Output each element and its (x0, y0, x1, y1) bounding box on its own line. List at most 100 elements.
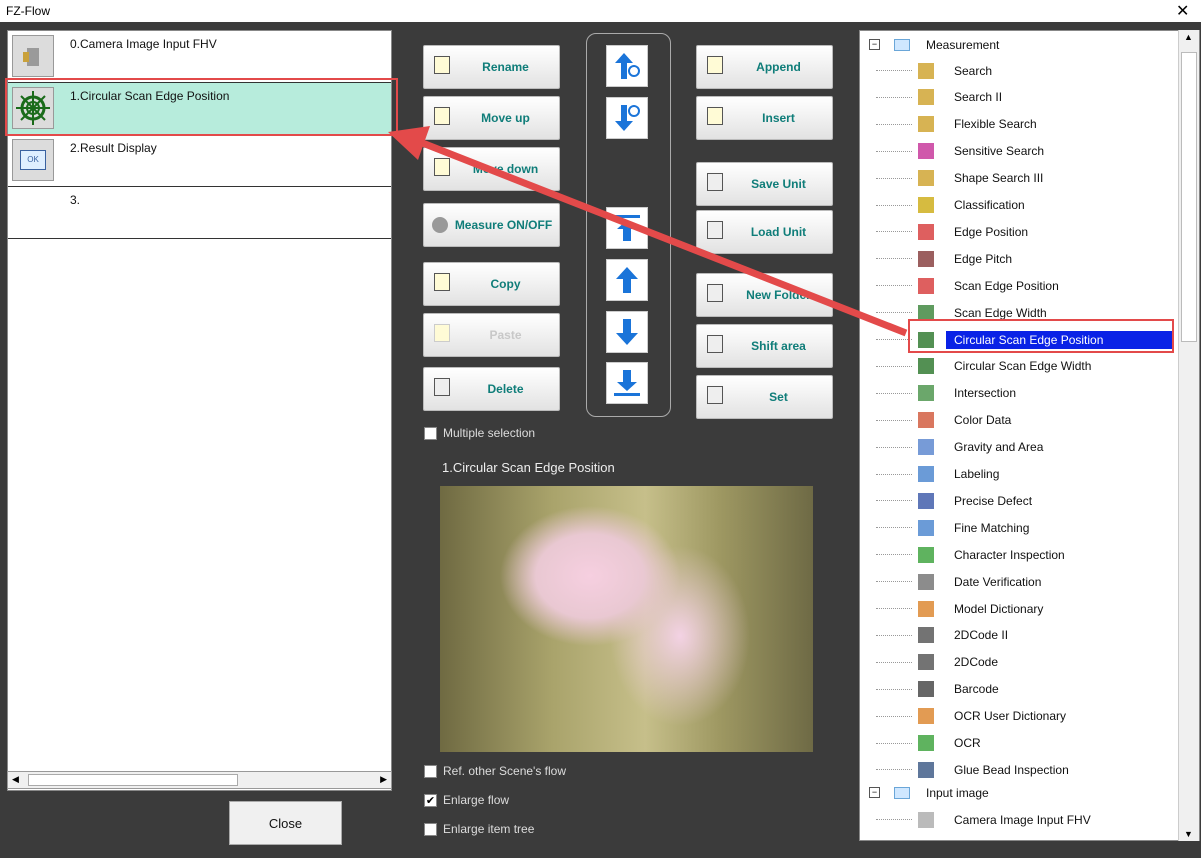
tree-item-model-dictionary[interactable]: Model Dictionary (860, 595, 1180, 622)
enlarge-flow-checkbox[interactable]: ✔ Enlarge flow (424, 793, 509, 807)
2dcode-icon (918, 654, 934, 671)
checkbox-box[interactable] (424, 764, 437, 778)
flow-list: 0.Camera Image Input FHV 1.Circular Scan… (7, 30, 392, 791)
scroll-down-icon[interactable]: ▼ (1184, 829, 1193, 839)
new-folder-button[interactable]: New Folder (696, 273, 833, 317)
flow-item-empty[interactable]: 3. (8, 187, 391, 239)
edge-position-icon (918, 223, 934, 240)
tree-item-flexible-search[interactable]: Flexible Search (860, 111, 1180, 138)
tree-item-label: Flexible Search (954, 117, 1037, 132)
tree-item-2dcode[interactable]: 2DCode (860, 649, 1180, 676)
tree-item-label: 2DCode (954, 655, 999, 670)
tree-folder-measurement[interactable]: − Measurement (860, 31, 1180, 58)
tree-item-edge-pitch[interactable]: Edge Pitch (860, 245, 1180, 272)
tree-item-2dcode-ii[interactable]: 2DCode II (860, 622, 1180, 649)
flow-item-camera[interactable]: 0.Camera Image Input FHV (8, 31, 391, 83)
tree-item-shape-search-iii[interactable]: Shape Search III (860, 165, 1180, 192)
highlight-tree-item (908, 319, 1174, 353)
scroll-left-icon[interactable]: ◀ (12, 774, 19, 785)
insert-button[interactable]: Insert (696, 96, 833, 140)
move-bottom-button[interactable] (606, 362, 648, 404)
move-up-button[interactable]: Move up (423, 96, 560, 140)
ok-display-icon: OK (12, 139, 54, 181)
tree-item-camera-input[interactable]: Camera Image Input FHV (860, 806, 1180, 833)
checkbox-box[interactable] (424, 426, 437, 440)
search-up-button[interactable] (606, 45, 648, 87)
tree-item-precise-defect[interactable]: Precise Defect (860, 487, 1180, 514)
window-close-icon[interactable]: ✕ (1176, 1, 1189, 21)
tree-item-scan-edge-position[interactable]: Scan Edge Position (860, 272, 1180, 299)
tree-item-label: Search II (954, 90, 1003, 105)
tree-item-label: OCR User Dictionary (954, 709, 1067, 724)
tree-item-classification[interactable]: Classification (860, 192, 1180, 219)
close-button[interactable]: Close (229, 801, 342, 845)
delete-button[interactable]: Delete (423, 367, 560, 411)
tree-item-label: 2DCode II (954, 628, 1009, 643)
search-ii-icon (918, 89, 934, 106)
tree-item-label: OCR (954, 736, 981, 750)
arrow-up-icon (616, 267, 638, 293)
shape-search-icon (918, 170, 934, 187)
scroll-right-icon[interactable]: ▶ (380, 774, 387, 785)
scrollbar-thumb[interactable] (28, 774, 238, 786)
flow-horizontal-scrollbar[interactable]: ◀ ▶ (7, 771, 392, 789)
move-down-button[interactable]: Move down (423, 147, 560, 191)
rename-button[interactable]: Rename (423, 45, 560, 89)
folder-icon (894, 786, 910, 799)
tree-item-color-data[interactable]: Color Data (860, 407, 1180, 434)
search-icon (918, 62, 934, 79)
ref-other-scene-checkbox[interactable]: Ref. other Scene's flow (424, 764, 566, 778)
camera-icon (12, 35, 54, 77)
append-button[interactable]: Append (696, 45, 833, 89)
date-verification-icon (918, 573, 934, 590)
tree-item-circular-scan-edge-width[interactable]: Circular Scan Edge Width (860, 353, 1180, 380)
title-bar (0, 0, 1201, 22)
flow-item-result-display[interactable]: OK 2.Result Display (8, 135, 391, 187)
scroll-up-icon[interactable]: ▲ (1184, 32, 1193, 42)
tree-item-gravity-and-area[interactable]: Gravity and Area (860, 434, 1180, 461)
tree-item-edge-position[interactable]: Edge Position (860, 218, 1180, 245)
tree-item-date-verification[interactable]: Date Verification (860, 568, 1180, 595)
flow-item-label: 3. (70, 193, 81, 207)
checkbox-box[interactable]: ✔ (424, 793, 437, 807)
2dcode-ii-icon (918, 627, 934, 644)
enlarge-item-tree-checkbox[interactable]: Enlarge item tree (424, 822, 534, 836)
tree-item-search-ii[interactable]: Search II (860, 84, 1180, 111)
measure-toggle-button[interactable]: Measure ON/OFF (423, 203, 560, 247)
arrow-down-search-icon (615, 105, 640, 131)
tree-item-label: Model Dictionary (954, 601, 1044, 616)
gravity-area-icon (918, 439, 934, 456)
tree-item-intersection[interactable]: Intersection (860, 380, 1180, 407)
set-button[interactable]: Set (696, 375, 833, 419)
move-item-down-button[interactable] (606, 311, 648, 353)
color-data-icon (918, 412, 934, 429)
paste-button[interactable]: Paste (423, 313, 560, 357)
tree-item-label: Gravity and Area (954, 440, 1044, 455)
tree-item-search[interactable]: Search (860, 57, 1180, 84)
collapse-icon[interactable]: − (869, 787, 880, 798)
scrollbar-thumb[interactable] (1181, 52, 1197, 342)
tree-item-ocr[interactable]: OCR (860, 730, 1180, 757)
tree-item-sensitive-search[interactable]: Sensitive Search (860, 138, 1180, 165)
tree-item-labeling[interactable]: Labeling (860, 461, 1180, 488)
flexible-search-icon (918, 116, 934, 133)
search-down-button[interactable] (606, 97, 648, 139)
tree-item-label: Fine Matching (954, 520, 1030, 535)
tree-item-character-inspection[interactable]: Character Inspection (860, 541, 1180, 568)
tree-folder-input-image[interactable]: − Input image (860, 779, 1180, 806)
move-item-up-button[interactable] (606, 259, 648, 301)
tree-item-fine-matching[interactable]: Fine Matching (860, 514, 1180, 541)
shift-area-button[interactable]: Shift area (696, 324, 833, 368)
save-unit-button[interactable]: Save Unit (696, 162, 833, 206)
multiple-selection-checkbox[interactable]: Multiple selection (424, 426, 535, 440)
checkbox-box[interactable] (424, 822, 437, 836)
tree-vertical-scrollbar[interactable]: ▲ ▼ (1178, 30, 1199, 841)
processing-item-tree: − Measurement Search Search II Flexible Se… (859, 30, 1200, 841)
copy-button[interactable]: Copy (423, 262, 560, 306)
load-unit-button[interactable]: Load Unit (696, 210, 833, 254)
tree-item-ocr-user-dictionary[interactable]: OCR User Dictionary (860, 703, 1180, 730)
collapse-icon[interactable]: − (869, 39, 880, 50)
tree-item-barcode[interactable]: Barcode (860, 676, 1180, 703)
tree-item-label: Barcode (954, 682, 999, 697)
move-top-button[interactable] (606, 207, 648, 249)
